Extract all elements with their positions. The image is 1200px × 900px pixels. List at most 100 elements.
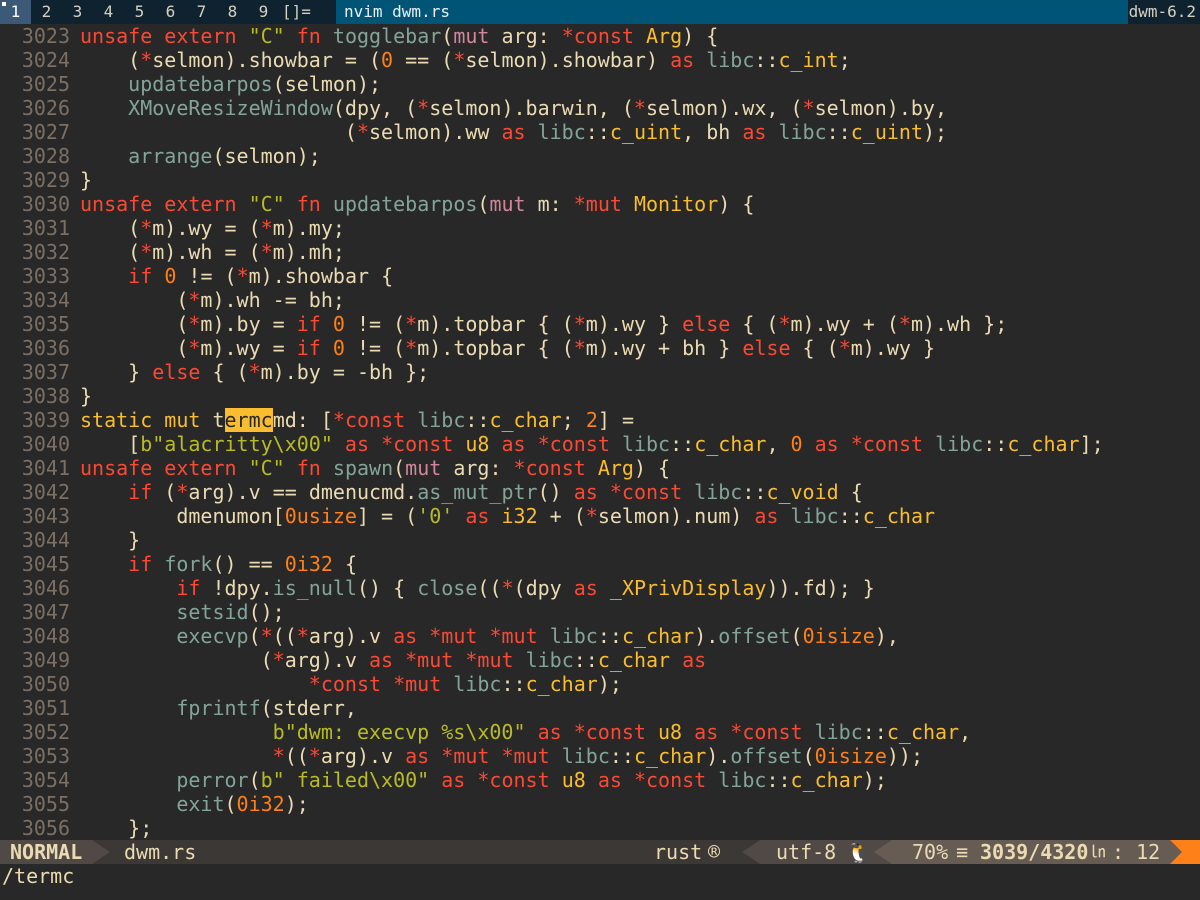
line-number: 3049 [21,648,70,672]
command-line[interactable]: /termc [0,864,1200,900]
code-text[interactable]: (*m).wy = if 0 != (*m).topbar { (*m).wy … [80,336,935,360]
line-number: 3029 [21,168,70,192]
dwm-bar: 123456789 []= nvim dwm.rs dwm-6.2 [0,0,1200,24]
code-text[interactable]: (*m).wh = (*m).mh; [80,240,345,264]
tux-icon: 🐧 [846,840,871,864]
code-text[interactable]: (*m).wy = (*m).my; [80,216,345,240]
code-text[interactable]: (*selmon).ww as libc::c_uint, bh as libc… [80,120,947,144]
code-text[interactable]: b"dwm: execvp %s\x00" as *const u8 as *c… [80,720,972,744]
position-separator [874,840,892,864]
code-text[interactable]: unsafe extern "C" fn spawn(mut arg: *con… [80,456,670,480]
code-text[interactable]: if fork() == 0i32 { [80,552,357,576]
code-text[interactable]: XMoveResizeWindow(dpy, (*selmon).barwin,… [80,96,947,120]
code-text[interactable]: (*arg).v as *mut *mut libc::c_char as [80,648,707,672]
code-text[interactable]: (*m).by = if 0 != (*m).topbar { (*m).wy … [80,312,1007,336]
code-text[interactable]: static mut termcmd: [*const libc::c_char… [80,408,634,432]
code-text[interactable]: (*selmon).showbar = (0 == (*selmon).show… [80,48,851,72]
code-text[interactable]: *const *mut libc::c_char); [80,672,622,696]
line-number: 3056 [21,816,70,840]
file-encoding: utf-8 [776,840,837,864]
percent-icon: ≡ [956,840,969,864]
line-number: 3038 [21,384,70,408]
scroll-percent: 70% [912,840,949,864]
file-type: rust [654,840,703,864]
line-number: 3031 [21,216,70,240]
code-text[interactable]: [b"alacritty\x00" as *const u8 as *const… [80,432,1104,456]
line-number: 3028 [21,144,70,168]
tag-9[interactable]: 9 [248,0,279,24]
line-number: 3026 [21,96,70,120]
line-number: 3043 [21,504,70,528]
file-name: dwm.rs [124,840,197,864]
line-number: 3025 [21,72,70,96]
code-text[interactable]: setsid(); [80,600,284,624]
code-text[interactable]: fprintf(stderr, [80,696,357,720]
code-text[interactable]: } [80,384,92,408]
line-number: 3050 [21,672,70,696]
line-number: 3047 [21,600,70,624]
code-text[interactable]: if (*arg).v == dmenucmd.as_mut_ptr() as … [80,480,863,504]
line-number: 3027 [21,120,70,144]
line-number: 3024 [21,48,70,72]
layout-symbol[interactable]: []= [282,0,311,24]
encoding-separator [742,840,760,864]
line-number: 3042 [21,480,70,504]
tag-5[interactable]: 5 [124,0,155,24]
code-text[interactable]: if 0 != (*m).showbar { [80,264,393,288]
tag-7[interactable]: 7 [186,0,217,24]
status-text: dwm-6.2 [1128,2,1196,21]
line-number: 3051 [21,696,70,720]
line-number: 3046 [21,576,70,600]
line-number: 3041 [21,456,70,480]
tag-1[interactable]: 1 [0,0,31,24]
code-text[interactable]: perror(b" failed\x00" as *const u8 as *c… [80,768,887,792]
code-text[interactable]: arrange(selmon); [80,144,321,168]
mode-indicator: NORMAL [0,840,92,864]
code-text[interactable]: if !dpy.is_null() { close((*(dpy as _XPr… [80,576,875,600]
code-text[interactable]: unsafe extern "C" fn togglebar(mut arg: … [80,24,718,48]
line-position: 3039/4320 [980,840,1089,864]
tag-8[interactable]: 8 [217,0,248,24]
tag-occupied-indicator [2,2,6,6]
line-number: 3036 [21,336,70,360]
line-number: 3040 [21,432,70,456]
code-text[interactable]: exit(0i32); [80,792,308,816]
line-number: 3048 [21,624,70,648]
code-text[interactable]: unsafe extern "C" fn updatebarpos(mut m:… [80,192,754,216]
line-number: 3023 [21,24,70,48]
code-text[interactable]: *((*arg).v as *mut *mut libc::c_char).of… [80,744,923,768]
line-number: 3035 [21,312,70,336]
mode-separator [92,840,110,864]
code-text[interactable]: } else { (*m).by = -bh }; [80,360,429,384]
line-number-icon: ㏑ [1090,842,1107,861]
line-number: 3055 [21,792,70,816]
rust-icon: ® [708,840,721,864]
line-number: 3039 [21,408,70,432]
line-number: 3030 [21,192,70,216]
line-number: 3032 [21,240,70,264]
line-number: 3037 [21,360,70,384]
code-editor[interactable]: 3023 unsafe extern "C" fn togglebar(mut a… [0,24,1200,840]
code-text[interactable]: execvp(*((*arg).v as *mut *mut libc::c_c… [80,624,899,648]
code-text[interactable]: dmenumon[0usize] = ('0' as i32 + (*selmo… [80,504,935,528]
line-number: 3053 [21,744,70,768]
window-title: nvim dwm.rs [336,0,1128,24]
line-number: 3045 [21,552,70,576]
tag-4[interactable]: 4 [93,0,124,24]
warning-separator [1170,840,1182,864]
code-text[interactable]: updatebarpos(selmon); [80,72,381,96]
tag-2[interactable]: 2 [31,0,62,24]
code-text[interactable]: (*m).wh -= bh; [80,288,345,312]
column-number: : 12 [1112,840,1161,864]
line-number: 3052 [21,720,70,744]
line-number: 3044 [21,528,70,552]
statusline: NORMAL dwm.rs rust ® utf-8 🐧 70% ≡ 3039/… [0,840,1200,864]
line-number: 3033 [21,264,70,288]
line-number: 3034 [21,288,70,312]
tag-3[interactable]: 3 [62,0,93,24]
code-text[interactable]: } [80,528,140,552]
tag-6[interactable]: 6 [155,0,186,24]
code-text[interactable]: } [80,168,92,192]
code-text[interactable]: }; [80,816,152,840]
line-number: 3054 [21,768,70,792]
